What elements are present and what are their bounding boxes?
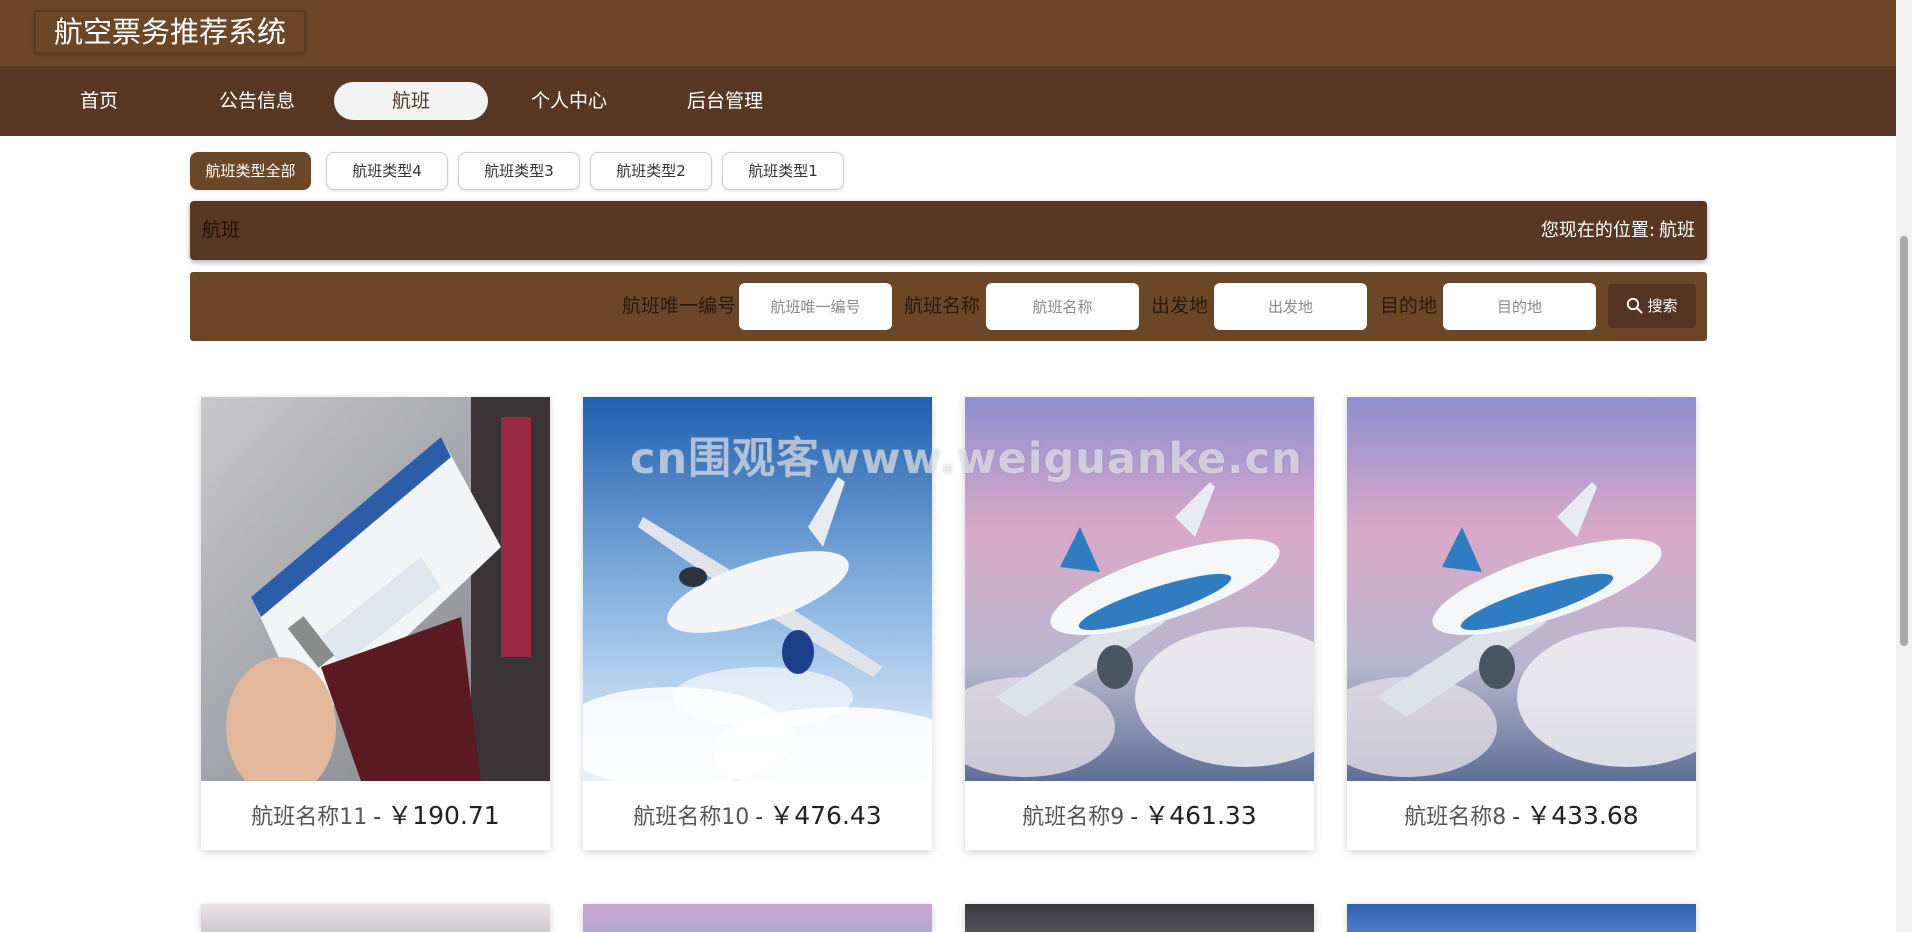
top-header: 航空票务推荐系统 — [0, 0, 1896, 66]
nav-item-admin[interactable]: 后台管理 — [648, 82, 802, 120]
flight-card-partial[interactable] — [965, 904, 1314, 932]
nav-item-personal-center[interactable]: 个人中心 — [492, 82, 646, 120]
breadcrumb-current[interactable]: 航班 — [1659, 220, 1695, 241]
category-type-4[interactable]: 航班类型4 — [326, 152, 448, 190]
flight-price: ￥476.43 — [769, 801, 882, 830]
flight-id-label: 航班唯一编号 — [622, 295, 737, 317]
category-all[interactable]: 航班类型全部 — [190, 152, 311, 190]
departure-input[interactable] — [1214, 283, 1367, 330]
nav-item-announcements[interactable]: 公告信息 — [180, 82, 334, 120]
flight-caption: 航班名称10- ￥476.43 — [633, 801, 882, 830]
search-bar: 航班唯一编号 航班名称 出发地 目的地 搜索 — [190, 272, 1707, 341]
scrollbar-thumb[interactable] — [1900, 236, 1908, 646]
flight-name: 航班名称10 — [633, 805, 750, 830]
flight-card[interactable]: 航班名称11- ￥190.71 — [201, 397, 550, 850]
flight-card-partial[interactable] — [1347, 904, 1696, 932]
category-type-3[interactable]: 航班类型3 — [458, 152, 580, 190]
flight-caption: 航班名称9- ￥461.33 — [1022, 801, 1257, 830]
flight-id-input[interactable] — [739, 283, 892, 330]
search-button[interactable]: 搜索 — [1608, 284, 1696, 328]
flight-name: 航班名称8 — [1404, 805, 1507, 830]
page-scrollbar[interactable] — [1896, 0, 1912, 932]
section-title: 航班 — [202, 219, 241, 241]
flight-name-input[interactable] — [986, 283, 1139, 330]
watermark-text: cn围观客www.weiguanke.cn — [630, 434, 1303, 484]
boarding-pass-photo[interactable] — [201, 397, 550, 781]
category-type-1[interactable]: 航班类型1 — [722, 152, 844, 190]
flight-name: 航班名称9 — [1022, 805, 1125, 830]
flight-name-label: 航班名称 — [904, 295, 981, 317]
app-title[interactable]: 航空票务推荐系统 — [34, 10, 306, 54]
destination-input[interactable] — [1443, 283, 1596, 330]
breadcrumb: 您现在的位置: 航班 — [1541, 201, 1695, 260]
flight-card[interactable]: 航班名称8- ￥433.68 — [1347, 397, 1696, 850]
breadcrumb-label: 您现在的位置: — [1540, 220, 1655, 241]
category-type-2[interactable]: 航班类型2 — [590, 152, 712, 190]
search-icon — [1627, 297, 1643, 313]
flight-price: ￥461.33 — [1144, 801, 1257, 830]
flight-name: 航班名称11 — [251, 805, 368, 830]
nav-item-home[interactable]: 首页 — [22, 82, 176, 120]
nav-item-flights[interactable]: 航班 — [334, 82, 488, 120]
destination-label: 目的地 — [1380, 295, 1438, 317]
section-title-bar: 航班 您现在的位置: 航班 — [190, 201, 1707, 260]
flight-card-partial[interactable] — [201, 904, 550, 932]
departure-label: 出发地 — [1151, 295, 1209, 317]
main-nav: 首页 公告信息 航班 个人中心 后台管理 — [0, 66, 1896, 136]
flight-caption: 航班名称8- ￥433.68 — [1404, 801, 1639, 830]
flight-price: ￥433.68 — [1526, 801, 1639, 830]
flight-caption: 航班名称11- ￥190.71 — [251, 801, 500, 830]
flight-card-partial[interactable] — [583, 904, 932, 932]
search-button-label: 搜索 — [1647, 297, 1678, 315]
flight-price: ￥190.71 — [387, 801, 500, 830]
airplane-clouds-photo[interactable] — [1347, 397, 1696, 781]
